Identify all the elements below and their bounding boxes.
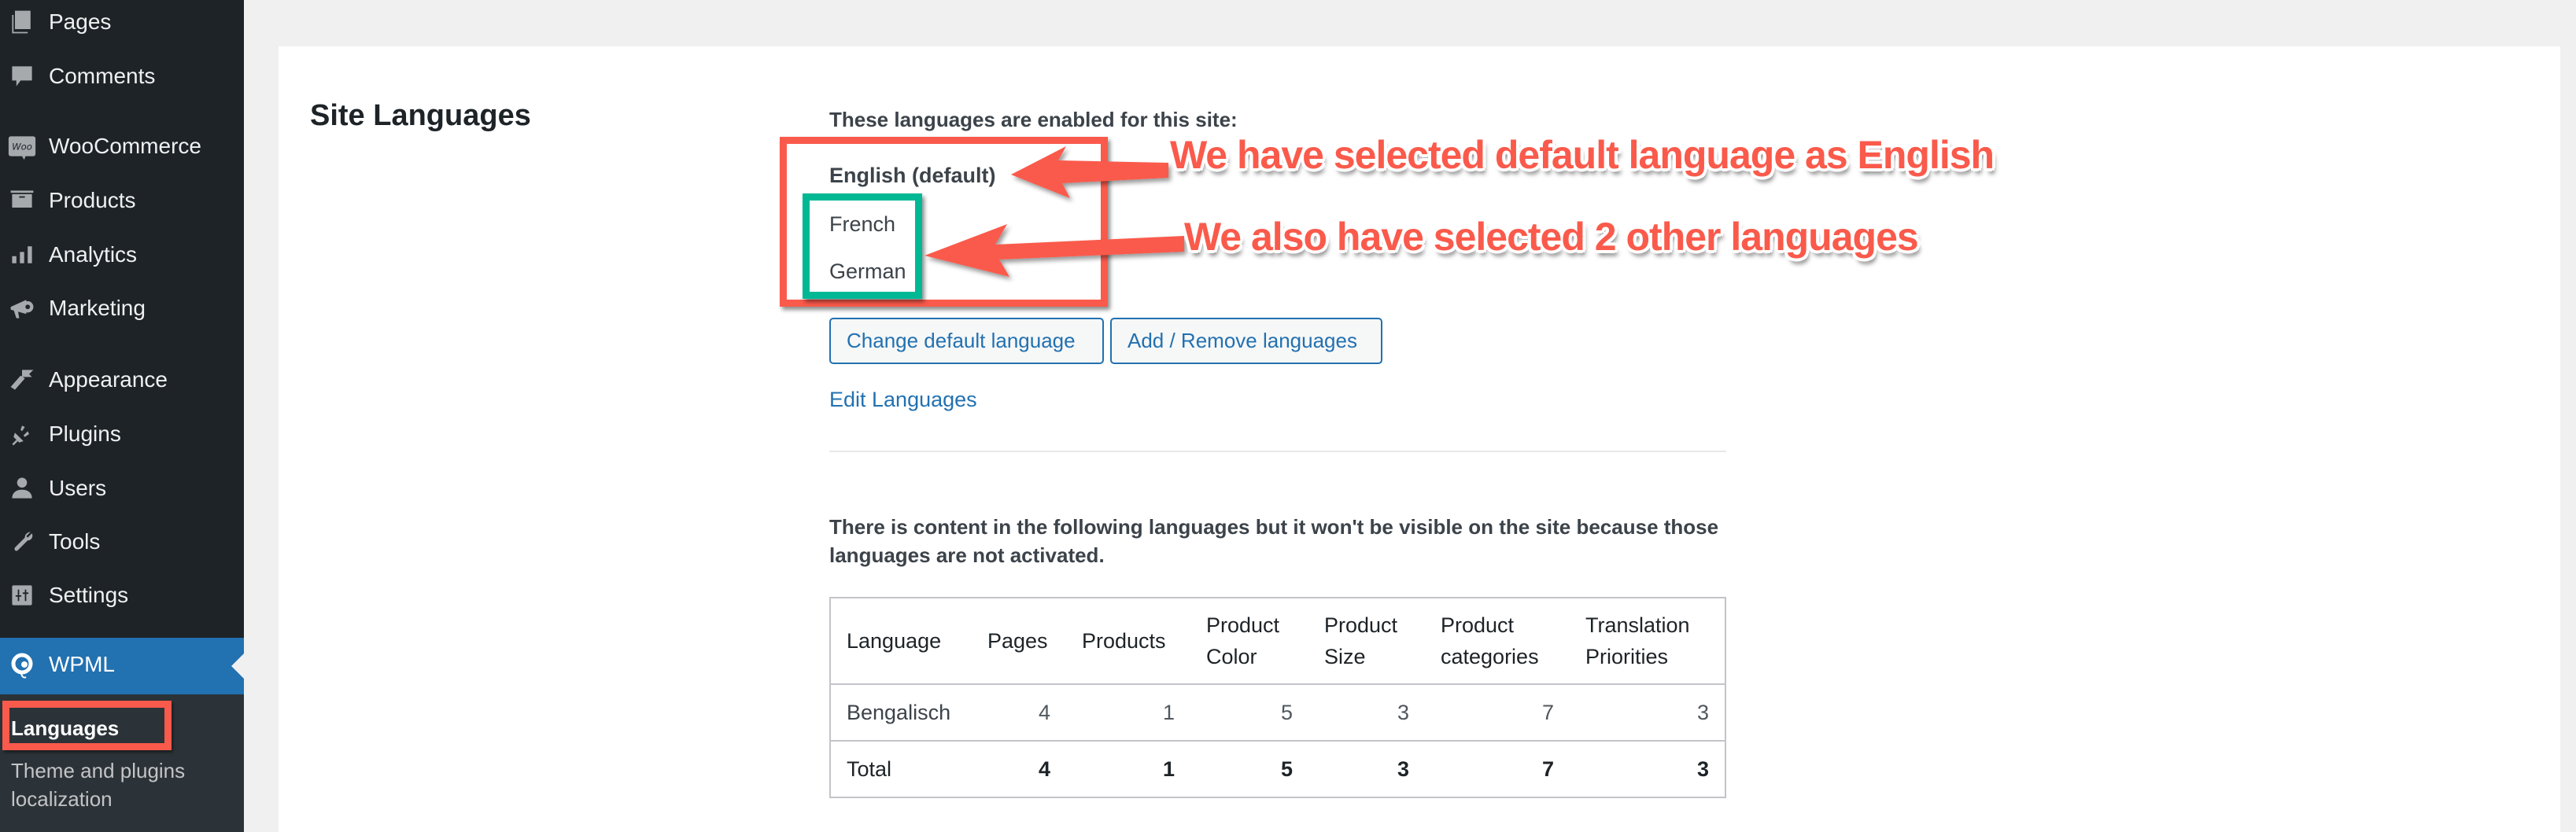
svg-text:Woo: Woo bbox=[12, 142, 32, 153]
sidebar-item-appearance[interactable]: Appearance bbox=[0, 358, 244, 402]
sidebar-item-products[interactable]: Products bbox=[0, 179, 244, 223]
cell-products: 1 bbox=[1066, 684, 1190, 742]
column-header: Product categories bbox=[1425, 598, 1570, 685]
sidebar-item-wpml[interactable]: WPML bbox=[0, 638, 244, 694]
cell-product-color: 5 bbox=[1190, 684, 1308, 742]
sidebar-item-tools[interactable]: Tools bbox=[0, 520, 244, 564]
comments-icon bbox=[6, 61, 38, 92]
inactive-languages-table: Language Pages Products Product Color Pr… bbox=[829, 597, 1726, 798]
admin-sidebar: Pages Comments Woo WooCommerce Products … bbox=[0, 0, 244, 832]
cell-total-product-categories: 7 bbox=[1425, 741, 1570, 798]
sidebar-item-comments[interactable]: Comments bbox=[0, 54, 244, 98]
cell-total-product-size: 3 bbox=[1308, 741, 1425, 798]
column-header: Products bbox=[1066, 598, 1190, 685]
cell-total-translation-priorities: 3 bbox=[1570, 741, 1725, 798]
cell-total-label: Total bbox=[830, 741, 972, 798]
appearance-icon bbox=[6, 364, 38, 396]
cell-total-pages: 4 bbox=[972, 741, 1066, 798]
highlight-box-languages bbox=[2, 701, 172, 750]
settings-icon bbox=[6, 580, 38, 611]
table-row: Bengalisch 4 1 5 3 7 3 bbox=[830, 684, 1725, 742]
column-header: Pages bbox=[972, 598, 1066, 685]
sidebar-item-label: WooCommerce bbox=[49, 134, 201, 158]
wpml-icon bbox=[6, 650, 38, 682]
cell-product-size: 3 bbox=[1308, 684, 1425, 742]
sidebar-item-users[interactable]: Users bbox=[0, 466, 244, 510]
sidebar-item-label: Analytics bbox=[49, 242, 138, 267]
sidebar-item-woocommerce[interactable]: Woo WooCommerce bbox=[0, 124, 244, 168]
sidebar-item-plugins[interactable]: Plugins bbox=[0, 412, 244, 456]
woocommerce-icon: Woo bbox=[6, 131, 38, 162]
sidebar-item-label: Tools bbox=[49, 529, 101, 554]
column-header: Language bbox=[830, 598, 972, 685]
pages-icon bbox=[6, 6, 38, 38]
cell-total-product-color: 5 bbox=[1190, 741, 1308, 798]
sidebar-item-label: Settings bbox=[49, 583, 129, 607]
edit-languages-link[interactable]: Edit Languages bbox=[829, 388, 977, 412]
section-title: Site Languages bbox=[310, 99, 531, 132]
analytics-icon bbox=[6, 239, 38, 271]
inactive-languages-notice: There is content in the following langua… bbox=[829, 515, 1719, 567]
sidebar-item-label: Marketing bbox=[49, 296, 146, 320]
callout-other-languages: We also have selected 2 other languages bbox=[1184, 215, 1919, 259]
submenu-item-theme-plugins-localization[interactable]: Theme and plugins localization bbox=[11, 757, 231, 813]
tools-icon bbox=[6, 526, 38, 558]
cell-total-products: 1 bbox=[1066, 741, 1190, 798]
sidebar-item-label: Appearance bbox=[49, 367, 168, 392]
sidebar-item-pages[interactable]: Pages bbox=[0, 0, 244, 44]
users-icon bbox=[6, 473, 38, 504]
table-header-row: Language Pages Products Product Color Pr… bbox=[830, 598, 1725, 685]
cell-pages: 4 bbox=[972, 684, 1066, 742]
table-total-row: Total 4 1 5 3 7 3 bbox=[830, 741, 1725, 798]
marketing-icon bbox=[6, 293, 38, 324]
add-remove-languages-button[interactable]: Add / Remove languages bbox=[1110, 318, 1382, 364]
enabled-languages-label: These languages are enabled for this sit… bbox=[829, 108, 1238, 131]
sidebar-item-label: Comments bbox=[49, 64, 156, 88]
column-header: Product Color bbox=[1190, 598, 1308, 685]
cell-product-categories: 7 bbox=[1425, 684, 1570, 742]
change-default-language-button[interactable]: Change default language bbox=[829, 318, 1104, 364]
cell-language: Bengalisch bbox=[830, 684, 972, 742]
divider bbox=[829, 451, 1726, 452]
callout-default-language: We have selected default language as Eng… bbox=[1170, 133, 1995, 177]
sidebar-item-label: Plugins bbox=[49, 422, 121, 446]
sidebar-item-settings[interactable]: Settings bbox=[0, 573, 244, 617]
sidebar-item-label: WPML bbox=[49, 652, 115, 676]
sidebar-item-marketing[interactable]: Marketing bbox=[0, 286, 244, 330]
sidebar-item-label: Pages bbox=[49, 9, 112, 34]
products-icon bbox=[6, 185, 38, 216]
cell-translation-priorities: 3 bbox=[1570, 684, 1725, 742]
column-header: Translation Priorities bbox=[1570, 598, 1725, 685]
column-header: Product Size bbox=[1308, 598, 1425, 685]
sidebar-item-analytics[interactable]: Analytics bbox=[0, 233, 244, 277]
sidebar-item-label: Users bbox=[49, 476, 107, 500]
sidebar-item-label: Products bbox=[49, 188, 136, 212]
active-indicator bbox=[231, 653, 244, 679]
plugins-icon bbox=[6, 418, 38, 450]
highlight-box-other-languages bbox=[803, 193, 922, 299]
